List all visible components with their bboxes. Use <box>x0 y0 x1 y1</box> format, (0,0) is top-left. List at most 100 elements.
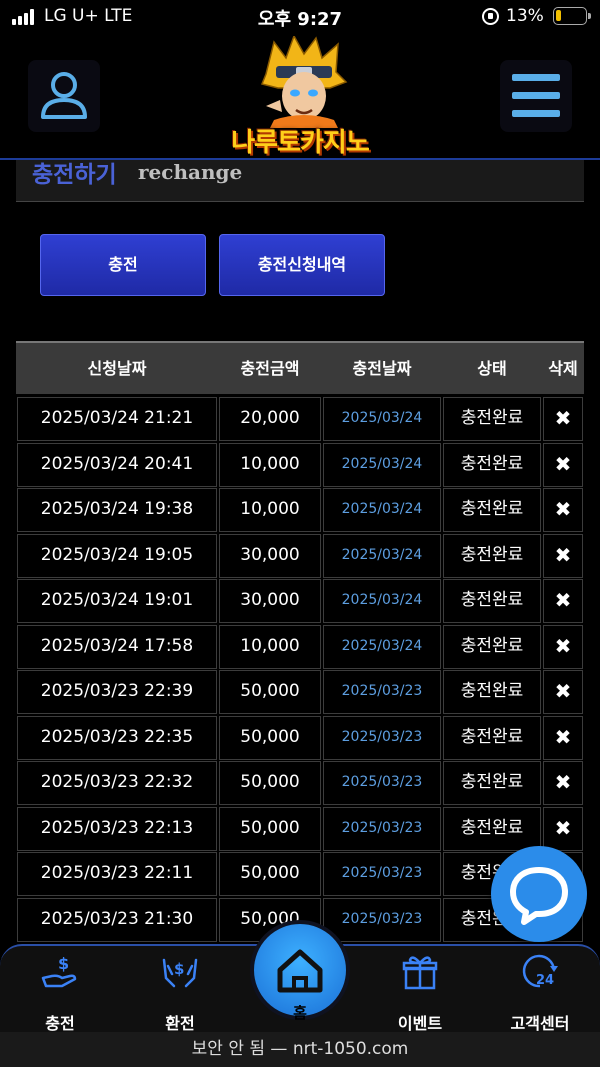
amount-cell: 10,000 <box>219 442 321 487</box>
delete-button[interactable]: ✖ <box>543 442 583 487</box>
browser-url-bar[interactable]: 보안 안 됨 — nrt-1050.com <box>0 1032 600 1067</box>
svg-text:$: $ <box>174 960 184 978</box>
user-icon <box>41 72 87 119</box>
amount-cell: 50,000 <box>219 806 321 851</box>
request-date-cell: 2025/03/24 20:41 <box>17 442 217 487</box>
request-date-cell: 2025/03/23 22:13 <box>17 806 217 851</box>
request-date-cell: 2025/03/24 19:38 <box>17 488 217 532</box>
column-header-request-date: 신청날짜 <box>87 359 147 378</box>
status-cell: 충전완료 <box>443 715 541 760</box>
table-row: 2025/03/24 17:58 10,000 2025/03/24 충전완료 ✖ <box>16 624 584 670</box>
delete-button[interactable]: ✖ <box>543 761 583 805</box>
amount-cell: 50,000 <box>219 761 321 805</box>
battery-percent: 13% <box>506 6 544 26</box>
table-row: 2025/03/24 21:21 20,000 2025/03/24 충전완료 ✖ <box>16 396 584 442</box>
support-24h-icon: 24 <box>522 954 558 988</box>
charge-date-cell: 2025/03/24 <box>323 488 441 532</box>
column-header-status: 상태 <box>477 359 507 378</box>
battery-icon <box>553 7 591 25</box>
home-button[interactable]: 홈 <box>250 920 350 1022</box>
charge-date-cell: 2025/03/23 <box>323 670 441 714</box>
amount-cell: 10,000 <box>219 624 321 669</box>
request-date-cell: 2025/03/24 19:01 <box>17 579 217 623</box>
page-title-bar: 충전하기 rechange <box>16 160 584 202</box>
amount-cell: 50,000 <box>219 670 321 714</box>
delete-button[interactable]: ✖ <box>543 579 583 623</box>
page-subtitle: rechange <box>138 160 243 184</box>
delete-button[interactable]: ✖ <box>543 806 583 851</box>
nav-exchange[interactable]: $ 환전 <box>130 946 230 1034</box>
request-date-cell: 2025/03/23 22:35 <box>17 715 217 760</box>
charge-history-tab-button[interactable]: 충전신청내역 <box>219 234 385 296</box>
status-cell: 충전완료 <box>443 533 541 578</box>
amount-cell: 20,000 <box>219 397 321 441</box>
status-cell: 충전완료 <box>443 579 541 623</box>
table-row: 2025/03/24 19:38 10,000 2025/03/24 충전완료 ✖ <box>16 487 584 533</box>
nav-support[interactable]: 24 고객센터 <box>490 946 590 1034</box>
chat-bubble-icon <box>510 867 568 925</box>
table-row: 2025/03/24 19:01 30,000 2025/03/24 충전완료 ✖ <box>16 578 584 624</box>
status-cell: 충전완료 <box>443 670 541 714</box>
home-label: 홈 <box>293 1004 307 1022</box>
table-row: 2025/03/23 22:39 50,000 2025/03/23 충전완료 ✖ <box>16 669 584 715</box>
status-bar: LG U+ LTE 오후 9:27 13% <box>0 0 600 34</box>
page-title: 충전하기 <box>32 162 117 188</box>
table-row: 2025/03/24 19:05 30,000 2025/03/24 충전완료 ✖ <box>16 533 584 579</box>
chat-button[interactable] <box>491 846 587 942</box>
table-row: 2025/03/23 22:13 50,000 2025/03/23 충전완료 ✖ <box>16 806 584 852</box>
nav-charge-label: 충전 <box>45 1014 75 1033</box>
delete-button[interactable]: ✖ <box>543 488 583 532</box>
status-cell: 충전완료 <box>443 442 541 487</box>
user-button[interactable] <box>28 60 100 132</box>
request-date-cell: 2025/03/23 22:32 <box>17 761 217 805</box>
table-header: 신청날짜 충전금액 충전날짜 상태 삭제 <box>16 341 584 394</box>
gift-icon <box>402 956 438 990</box>
table-row: 2025/03/23 22:32 50,000 2025/03/23 충전완료 ✖ <box>16 760 584 806</box>
nav-support-label: 고객센터 <box>510 1014 570 1033</box>
status-cell: 충전완료 <box>443 806 541 851</box>
delete-button[interactable]: ✖ <box>543 715 583 760</box>
svg-text:$: $ <box>58 954 69 973</box>
delete-button[interactable]: ✖ <box>543 533 583 578</box>
delete-button[interactable]: ✖ <box>543 670 583 714</box>
request-date-cell: 2025/03/24 19:05 <box>17 533 217 578</box>
nav-charge[interactable]: $ 충전 <box>10 946 110 1034</box>
request-date-cell: 2025/03/23 22:39 <box>17 670 217 714</box>
status-cell: 충전완료 <box>443 488 541 532</box>
amount-cell: 50,000 <box>219 852 321 896</box>
table-row: 2025/03/24 20:41 10,000 2025/03/24 충전완료 ✖ <box>16 442 584 488</box>
charge-date-cell: 2025/03/23 <box>323 715 441 760</box>
charge-tab-button[interactable]: 충전 <box>40 234 206 296</box>
request-date-cell: 2025/03/24 17:58 <box>17 624 217 669</box>
charge-date-cell: 2025/03/23 <box>323 806 441 851</box>
amount-cell: 50,000 <box>219 715 321 760</box>
table-row: 2025/03/23 22:35 50,000 2025/03/23 충전완료 ✖ <box>16 715 584 761</box>
delete-button[interactable]: ✖ <box>543 397 583 441</box>
request-date-cell: 2025/03/24 21:21 <box>17 397 217 441</box>
charge-date-cell: 2025/03/24 <box>323 397 441 441</box>
logo-text: 나루토카지노 <box>231 128 370 158</box>
charge-date-cell: 2025/03/24 <box>323 533 441 578</box>
nav-event-label: 이벤트 <box>397 1014 443 1033</box>
nav-event[interactable]: 이벤트 <box>370 946 470 1034</box>
amount-cell: 10,000 <box>219 488 321 532</box>
request-date-cell: 2025/03/23 22:11 <box>17 852 217 896</box>
hands-money-icon: $ <box>162 958 198 988</box>
column-header-amount: 충전금액 <box>240 359 300 378</box>
status-cell: 충전완료 <box>443 761 541 805</box>
charge-date-cell: 2025/03/24 <box>323 442 441 487</box>
column-header-charge-date: 충전날짜 <box>352 359 412 378</box>
amount-cell: 30,000 <box>219 533 321 578</box>
hand-coin-icon: $ <box>41 954 77 988</box>
site-logo[interactable]: 나루토카지노 <box>216 36 384 158</box>
rotation-lock-icon <box>482 8 499 25</box>
nav-exchange-label: 환전 <box>165 1014 195 1033</box>
status-cell: 충전완료 <box>443 397 541 441</box>
charge-date-cell: 2025/03/24 <box>323 624 441 669</box>
status-cell: 충전완료 <box>443 624 541 669</box>
menu-button[interactable] <box>500 60 572 132</box>
delete-button[interactable]: ✖ <box>543 624 583 669</box>
amount-cell: 30,000 <box>219 579 321 623</box>
site-header: 나루토카지노 <box>0 34 600 160</box>
charge-date-cell: 2025/03/23 <box>323 761 441 805</box>
